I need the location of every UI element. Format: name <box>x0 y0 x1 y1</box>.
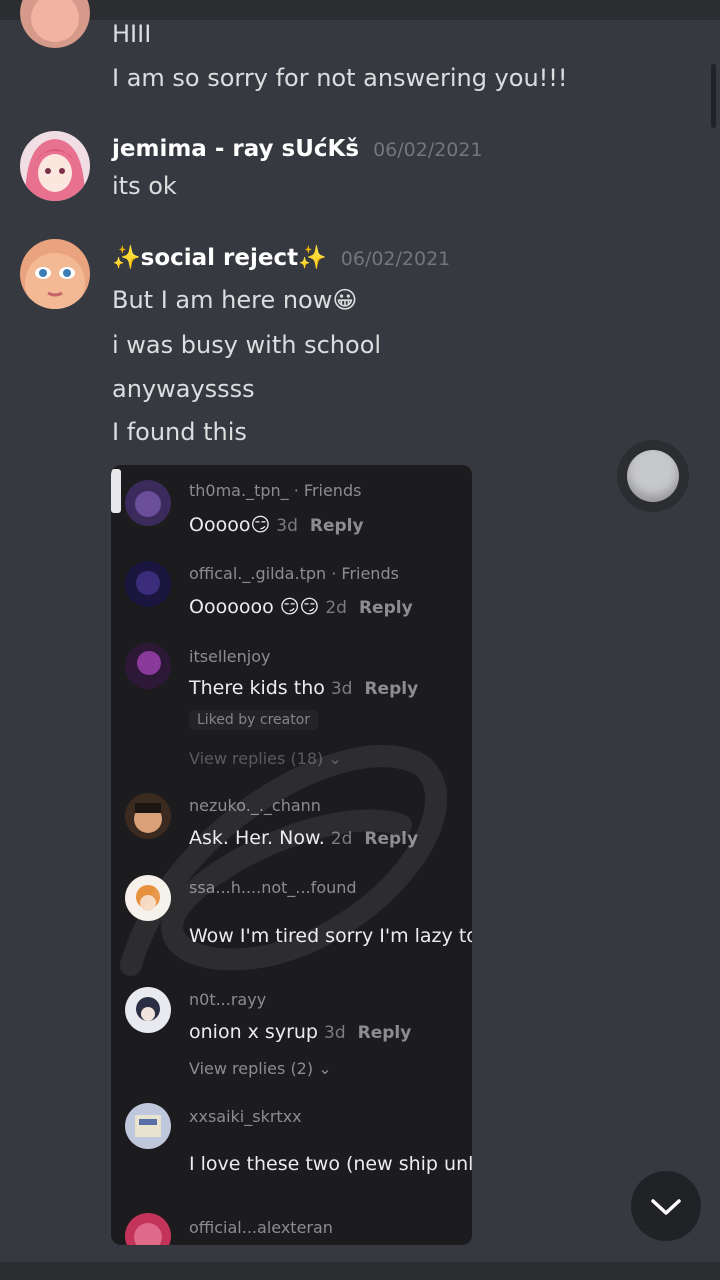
comment-text: I love these two (new ship unl <box>189 1153 472 1175</box>
comment-avatar-image <box>125 1103 171 1149</box>
floating-bubble-icon <box>627 450 679 502</box>
comment-reply-label: Reply <box>364 829 419 849</box>
comment-avatar <box>125 1103 171 1149</box>
comment-username-text: offical._.gilda.tpn <box>189 564 327 583</box>
comment-avatar <box>125 793 171 839</box>
comment-friend-tag: · Friends <box>288 481 362 500</box>
comment-body: Ask. Her. Now. <box>189 827 325 849</box>
bottom-strip <box>0 1262 720 1280</box>
top-status-strip <box>0 0 720 20</box>
comment-username: n0t...rayy <box>189 990 267 1009</box>
comment-body: onion x syrup <box>189 1021 318 1043</box>
comment-age: 3d <box>324 1023 346 1043</box>
comment-username: offical._.gilda.tpn · Friends <box>189 564 399 583</box>
comment-avatar <box>125 480 171 526</box>
message-text: I found this <box>112 418 247 446</box>
comment-text: Ask. Her. Now. 2d Reply <box>189 827 418 849</box>
comment-body: Ooooo😏 <box>189 514 271 536</box>
scrollbar-thumb[interactable] <box>711 64 716 128</box>
chevron-down-icon <box>651 1199 681 1215</box>
comment-username: xxsaiki_skrtxx <box>189 1107 302 1126</box>
comment-avatar <box>125 987 171 1033</box>
comment-text: Wow I'm tired sorry I'm lazy to <box>189 925 472 947</box>
attachment-image[interactable]: th0ma._tpn_ · Friends Ooooo😏 3d Reply offi… <box>111 465 472 1245</box>
author-name[interactable]: social reject <box>141 245 298 271</box>
comment-avatar <box>125 643 171 689</box>
avatar[interactable] <box>20 239 90 309</box>
comment-body: There kids tho <box>189 677 325 699</box>
message-text: I am so sorry for not answering you!!! <box>112 64 568 92</box>
comment-text: There kids tho 3d Reply <box>189 677 418 699</box>
avatar[interactable] <box>20 0 90 48</box>
message-author[interactable]: ✨social reject✨ 06/02/2021 <box>112 244 450 271</box>
comment-avatar-image <box>125 643 171 689</box>
comment-avatar <box>125 561 171 607</box>
comment-avatar <box>125 1213 171 1245</box>
comment-username: th0ma._tpn_ · Friends <box>189 481 361 500</box>
comment-age: 3d <box>330 679 353 699</box>
image-edge-highlight <box>111 469 121 513</box>
message-text: its ok <box>112 172 177 200</box>
comment-avatar-image <box>125 480 171 526</box>
avatar-image <box>20 131 90 201</box>
liked-by-creator-badge: Liked by creator <box>189 710 319 730</box>
sparkles-icon: ✨ <box>112 245 141 271</box>
comment-avatar <box>125 875 171 921</box>
comment-avatar-image <box>125 561 171 607</box>
comment-text: Ooooo😏 3d Reply <box>189 514 364 536</box>
comment-avatar-image <box>125 1213 171 1245</box>
message-text: But I am here now😀 <box>112 286 358 314</box>
sparkles-icon: ✨ <box>298 245 327 271</box>
message-text: anywayssss <box>112 375 255 403</box>
comment-body: Ooooooo 😏😏 <box>189 596 320 618</box>
comment-age: 2d <box>330 829 353 849</box>
comment-friend-tag: · Friends <box>326 564 399 583</box>
comment-text: Ooooooo 😏😏 2d Reply <box>189 596 413 618</box>
comment-age: 3d <box>276 516 298 536</box>
message-timestamp: 06/02/2021 <box>373 139 483 161</box>
view-replies-label: View replies (2) ⌄ <box>189 1059 332 1078</box>
view-replies-label: View replies (18) ⌄ <box>189 749 342 768</box>
comment-username: itsellenjoy <box>189 647 271 666</box>
comment-reply-label: Reply <box>309 516 364 536</box>
comment-username: ssa...h....not_...found <box>189 878 357 897</box>
message-timestamp: 06/02/2021 <box>340 248 451 270</box>
comment-reply-label: Reply <box>364 679 419 699</box>
comment-text: onion x syrup 3d Reply <box>189 1021 411 1043</box>
author-name[interactable]: jemima - ray sUćKš <box>112 136 359 162</box>
message-author[interactable]: jemima - ray sUćKš 06/02/2021 <box>112 136 483 162</box>
avatar-image <box>20 239 90 309</box>
comment-reply-label: Reply <box>358 598 413 618</box>
comment-username-text: th0ma._tpn_ <box>189 481 289 500</box>
message-text: i was busy with school <box>112 331 382 359</box>
comment-avatar-image <box>125 793 171 839</box>
comment-username: official...alexteran <box>189 1218 333 1237</box>
message-text: HIII <box>112 20 152 48</box>
jump-to-latest-button[interactable] <box>631 1171 701 1241</box>
floating-bubble-button[interactable] <box>617 440 689 512</box>
comment-reply-label: Reply <box>357 1023 412 1043</box>
avatar-image <box>20 0 90 48</box>
comment-avatar-image <box>125 987 171 1033</box>
comment-age: 2d <box>325 598 347 618</box>
comment-username: nezuko._._chann <box>189 796 321 815</box>
comment-avatar-image <box>125 875 171 921</box>
avatar[interactable] <box>20 131 90 201</box>
